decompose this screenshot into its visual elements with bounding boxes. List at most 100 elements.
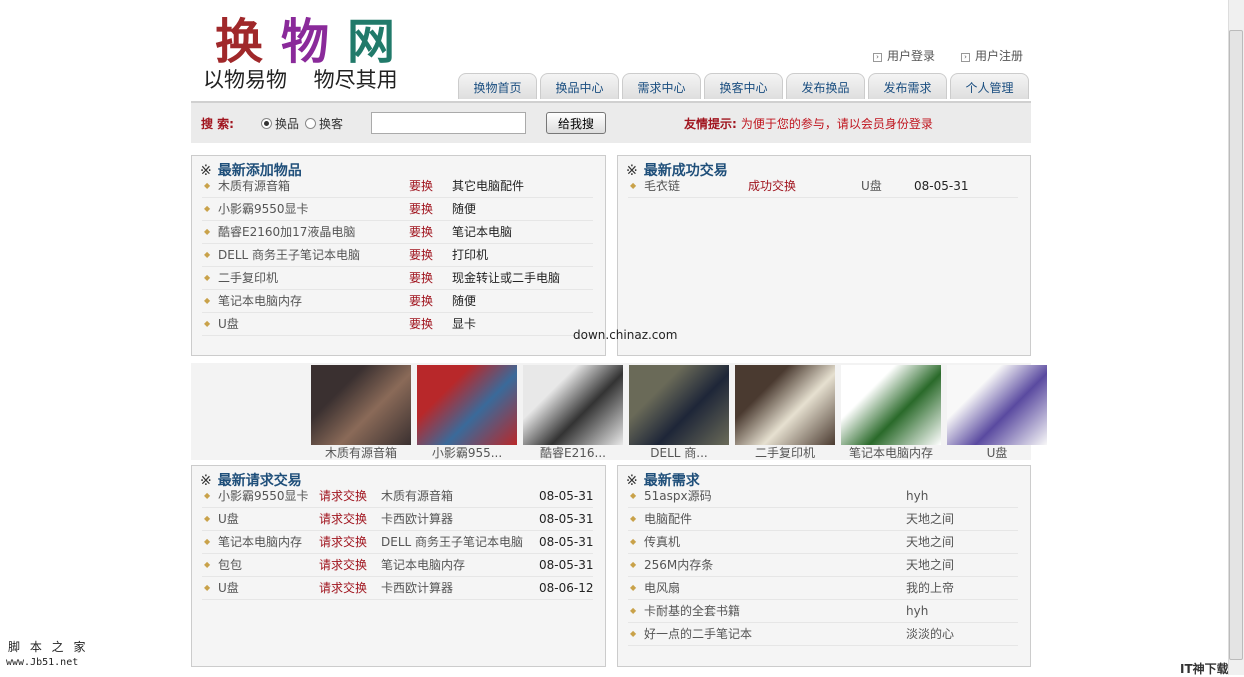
list-item[interactable]: ◆ 笔记本电脑内存 请求交换 DELL 商务王子笔记本电脑 08-05-31 bbox=[202, 531, 593, 554]
bullet-icon: ◆ bbox=[204, 491, 211, 500]
radio-users[interactable]: 换客 bbox=[305, 115, 343, 132]
item: U盘 bbox=[861, 179, 882, 193]
list-item[interactable]: ◆ 小影霸9550显卡 要换 随便 bbox=[202, 198, 593, 221]
login-label: 用户登录 bbox=[887, 49, 936, 63]
tag: 要换 bbox=[409, 202, 434, 216]
product-thumbnail[interactable] bbox=[735, 365, 835, 445]
product-thumbnail[interactable] bbox=[523, 365, 623, 445]
search-bar: 搜 索: 换品 换客 给我搜 友情提示: 为便于您的参与，请以会员身份登录 bbox=[191, 101, 1031, 143]
product-thumbnail[interactable] bbox=[311, 365, 411, 445]
list-item[interactable]: ◆ U盘 请求交换 卡西欧计算器 08-05-31 bbox=[202, 508, 593, 531]
list-item[interactable]: ◆ 毛衣链 成功交换 U盘 08-05-31 bbox=[628, 175, 1018, 198]
list-item[interactable]: ◆ U盘 要换 显卡 bbox=[202, 313, 593, 336]
list-item[interactable]: ◆ U盘 请求交换 卡西欧计算器 08-06-12 bbox=[202, 577, 593, 600]
tag: 要换 bbox=[409, 294, 434, 308]
radio-label: 换品 bbox=[275, 116, 300, 131]
name[interactable]: 电脑配件 bbox=[644, 508, 692, 530]
list-item[interactable]: ◆ 51aspx源码 hyh bbox=[628, 485, 1018, 508]
radio-icon bbox=[305, 117, 317, 129]
list-item[interactable]: ◆ 小影霸9550显卡 请求交换 木质有源音箱 08-05-31 bbox=[202, 485, 593, 508]
product-caption[interactable]: 笔记本电脑内存 bbox=[841, 444, 941, 461]
name[interactable]: 二手复印机 bbox=[218, 267, 278, 289]
product-caption[interactable]: DELL 商... bbox=[629, 444, 729, 461]
name[interactable]: 卡耐基的全套书籍 bbox=[644, 600, 740, 622]
product-thumbnail[interactable] bbox=[841, 365, 941, 445]
list-item[interactable]: ◆ 好一点的二手笔记本 淡淡的心 bbox=[628, 623, 1018, 646]
name[interactable]: DELL 商务王子笔记本电脑 bbox=[218, 244, 360, 266]
name[interactable]: 51aspx源码 bbox=[644, 485, 712, 507]
list-item[interactable]: ◆ 笔记本电脑内存 要换 随便 bbox=[202, 290, 593, 313]
list-item[interactable]: ◆ 二手复印机 要换 现金转让或二手电脑 bbox=[202, 267, 593, 290]
list-item[interactable]: ◆ 包包 请求交换 笔记本电脑内存 08-05-31 bbox=[202, 554, 593, 577]
name[interactable]: 小影霸9550显卡 bbox=[218, 198, 309, 220]
bullet-icon: ◆ bbox=[204, 250, 211, 259]
list-item[interactable]: ◆ 酷睿E2160加17液晶电脑 要换 笔记本电脑 bbox=[202, 221, 593, 244]
user: 天地之间 bbox=[906, 535, 955, 549]
requests-panel: ※ 最新请求交易 ◆ 小影霸9550显卡 请求交换 木质有源音箱 08-05-31 ◆ U盘请… bbox=[191, 465, 606, 667]
name[interactable]: 小影霸9550显卡 bbox=[218, 485, 309, 507]
scrollbar-thumb[interactable] bbox=[1229, 30, 1243, 660]
nav-items[interactable]: 换品中心 bbox=[540, 73, 619, 99]
product-caption[interactable]: 二手复印机 bbox=[735, 444, 835, 461]
name[interactable]: 256M内存条 bbox=[644, 554, 713, 576]
name[interactable]: 笔记本电脑内存 bbox=[218, 290, 302, 312]
watermark: down.chinaz.com bbox=[573, 328, 678, 342]
item: 卡西欧计算器 bbox=[381, 581, 454, 595]
nav-users[interactable]: 换客中心 bbox=[704, 73, 783, 99]
tag: 请求交换 bbox=[319, 535, 368, 549]
name[interactable]: 好一点的二手笔记本 bbox=[644, 623, 752, 645]
bullet-icon: ◆ bbox=[204, 583, 211, 592]
site-logo[interactable]: 换物网 bbox=[215, 2, 413, 72]
nav-post-need[interactable]: 发布需求 bbox=[868, 73, 947, 99]
nav-account[interactable]: 个人管理 bbox=[950, 73, 1029, 99]
latest-items-panel: ※ 最新添加物品 ◆ 木质有源音箱 要换 其它电脑配件 ◆ 小影霸9550显卡 要换 随便 ◆ 酷睿… bbox=[191, 155, 606, 356]
name[interactable]: 传真机 bbox=[644, 531, 680, 553]
product-thumbnail[interactable] bbox=[629, 365, 729, 445]
name[interactable]: 木质有源音箱 bbox=[218, 175, 290, 197]
bullet-icon: ◆ bbox=[204, 514, 211, 523]
name[interactable]: 电风扇 bbox=[644, 577, 680, 599]
search-input[interactable] bbox=[371, 112, 527, 134]
arrow-icon: › bbox=[873, 53, 882, 62]
date: 08-05-31 bbox=[539, 558, 594, 572]
name[interactable]: 毛衣链 bbox=[644, 175, 680, 197]
product-caption[interactable]: U盘 bbox=[947, 444, 1047, 461]
name[interactable]: U盘 bbox=[218, 508, 239, 530]
tip-label: 友情提示: bbox=[684, 116, 737, 131]
status: 成功交换 bbox=[748, 179, 797, 193]
list-item[interactable]: ◆ 卡耐基的全套书籍 hyh bbox=[628, 600, 1018, 623]
product-caption[interactable]: 木质有源音箱 bbox=[311, 444, 411, 461]
list-item[interactable]: ◆ 传真机 天地之间 bbox=[628, 531, 1018, 554]
needs-panel: ※ 最新需求 ◆ 51aspx源码 hyh ◆ 电脑配件 天地之间 ◆ 传真机 天地之间 ◆ 256M… bbox=[617, 465, 1031, 667]
radio-label: 换客 bbox=[319, 116, 344, 131]
want: 其它电脑配件 bbox=[452, 179, 525, 193]
product-caption[interactable]: 小影霸955... bbox=[417, 444, 517, 461]
list-item[interactable]: ◆ 256M内存条 天地之间 bbox=[628, 554, 1018, 577]
product-thumbnail[interactable] bbox=[947, 365, 1047, 445]
search-button[interactable]: 给我搜 bbox=[546, 112, 607, 134]
register-link[interactable]: › 用户注册 bbox=[961, 47, 1023, 64]
list-item[interactable]: ◆ 电风扇 我的上帝 bbox=[628, 577, 1018, 600]
login-link[interactable]: › 用户登录 bbox=[873, 47, 935, 64]
bullet-icon: ◆ bbox=[630, 537, 637, 546]
date: 08-06-12 bbox=[539, 581, 594, 595]
name[interactable]: U盘 bbox=[218, 577, 239, 599]
name[interactable]: 笔记本电脑内存 bbox=[218, 531, 302, 553]
nav-needs[interactable]: 需求中心 bbox=[622, 73, 701, 99]
list-item[interactable]: ◆ 木质有源音箱 要换 其它电脑配件 bbox=[202, 175, 593, 198]
list-item[interactable]: ◆ DELL 商务王子笔记本电脑 要换 打印机 bbox=[202, 244, 593, 267]
product-caption[interactable]: 酷睿E216... bbox=[523, 444, 623, 461]
list-item[interactable]: ◆ 电脑配件 天地之间 bbox=[628, 508, 1018, 531]
user: hyh bbox=[906, 489, 929, 503]
name[interactable]: 包包 bbox=[218, 554, 242, 576]
nav-home[interactable]: 换物首页 bbox=[458, 73, 537, 99]
product-thumbnail[interactable] bbox=[417, 365, 517, 445]
radio-items[interactable]: 换品 bbox=[261, 115, 299, 132]
want: 显卡 bbox=[452, 317, 477, 331]
item: 卡西欧计算器 bbox=[381, 512, 454, 526]
nav-post-item[interactable]: 发布换品 bbox=[786, 73, 865, 99]
name[interactable]: U盘 bbox=[218, 313, 239, 335]
name[interactable]: 酷睿E2160加17液晶电脑 bbox=[218, 221, 355, 243]
arrow-icon: › bbox=[961, 53, 970, 62]
item: DELL 商务王子笔记本电脑 bbox=[381, 535, 524, 549]
